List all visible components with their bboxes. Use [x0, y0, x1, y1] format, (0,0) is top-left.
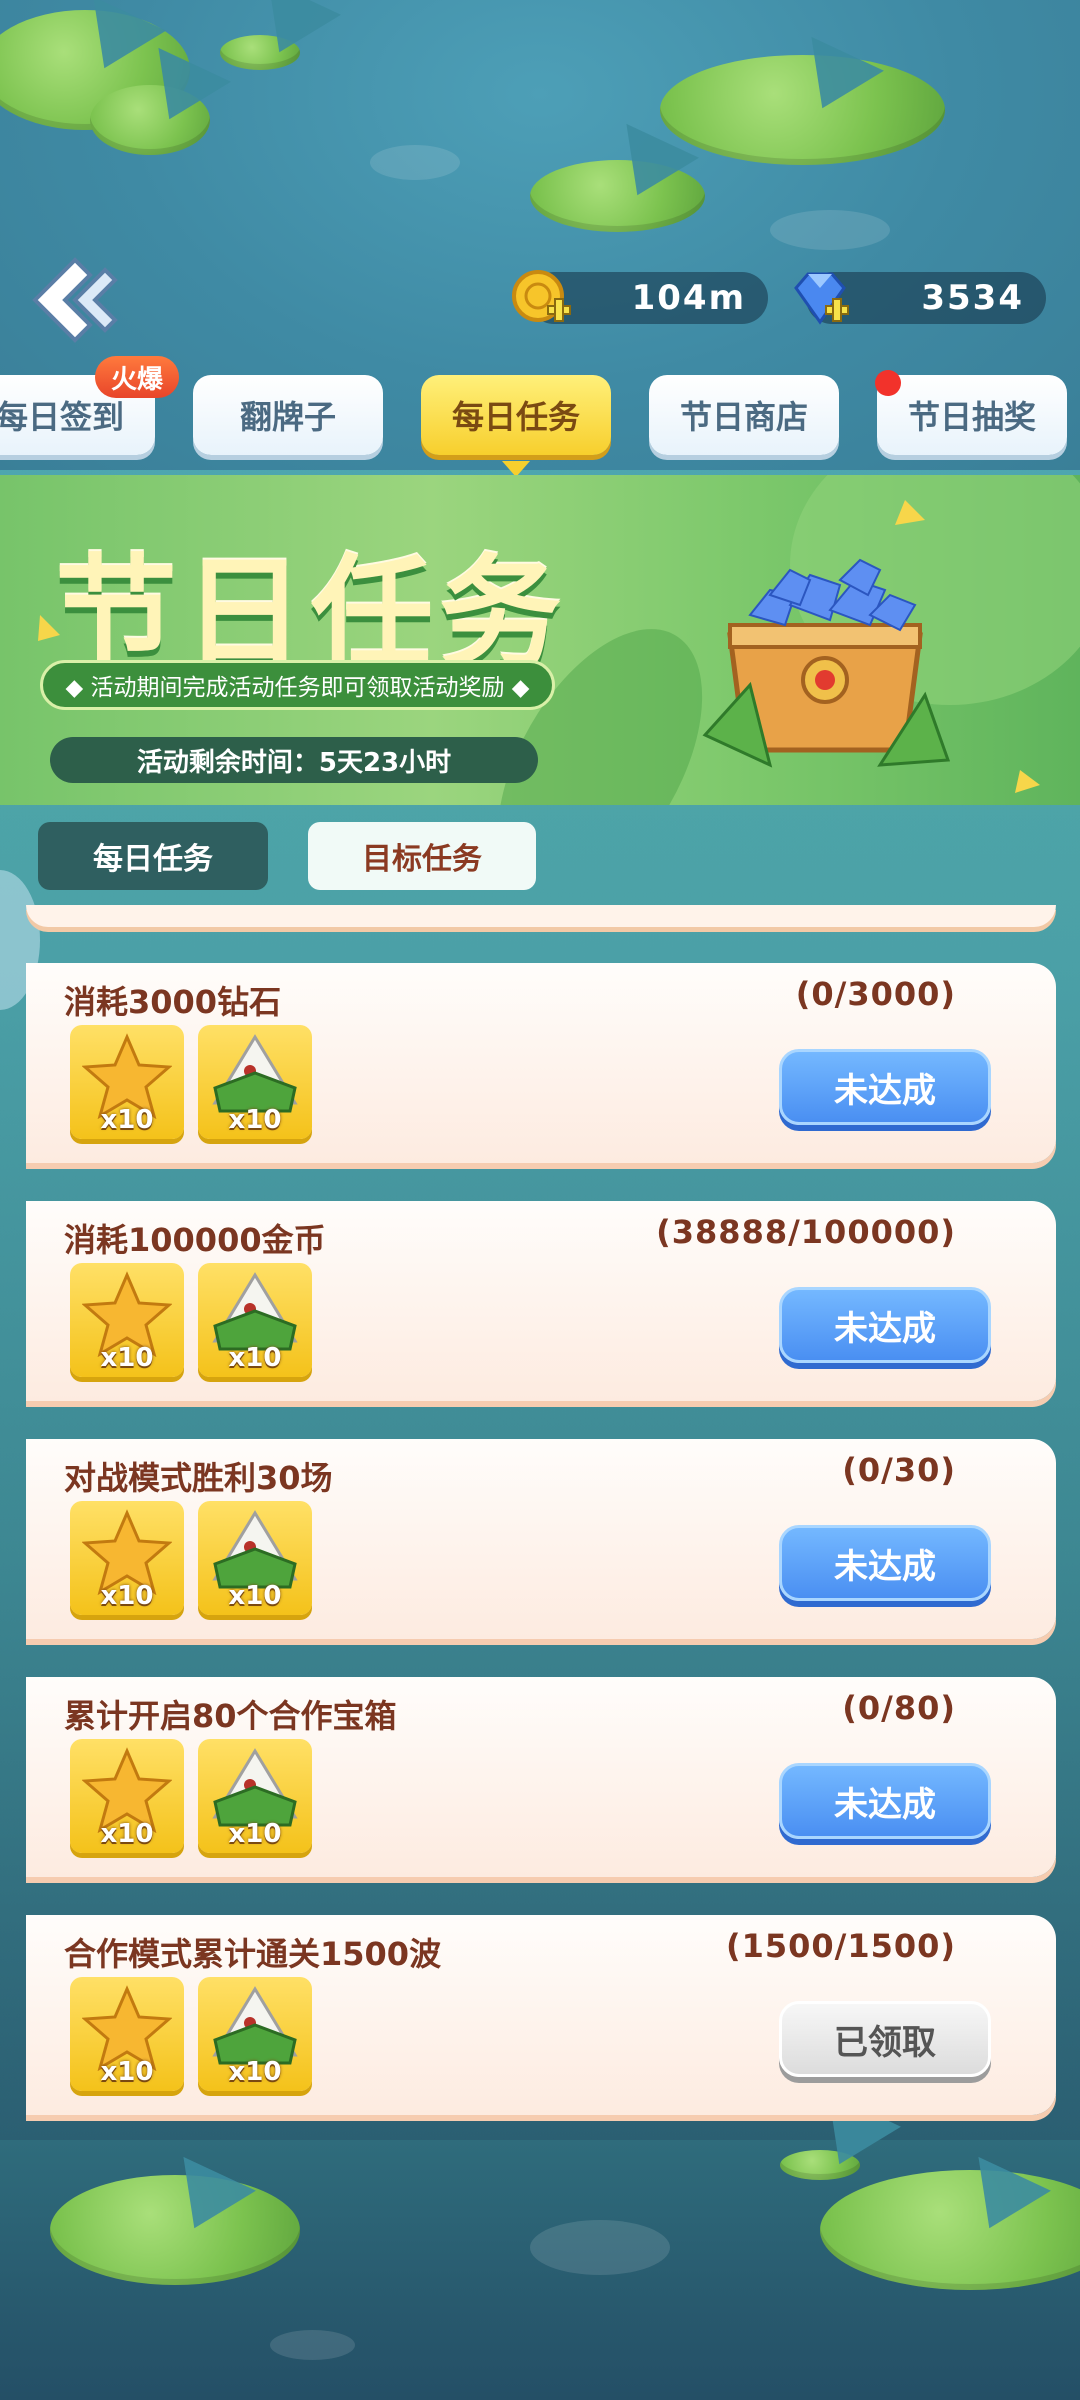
coin-counter[interactable]: 104m — [512, 270, 768, 324]
task-card: 合作模式累计通关1500波 (1500/1500) x10 x10 已领取 — [26, 1915, 1056, 2115]
lily-pad-decoration — [50, 2175, 300, 2285]
reward-star: x10 — [70, 1263, 184, 1377]
lily-pad-decoration — [90, 85, 210, 155]
reward-zongzi: x10 — [198, 1025, 312, 1139]
reward-count: x10 — [228, 1581, 282, 1611]
reward-count: x10 — [100, 1343, 154, 1373]
task-title: 对战模式胜利30场 — [64, 1459, 333, 1497]
tab-label: 翻牌子 — [239, 398, 336, 436]
lily-pad-decoration — [660, 55, 945, 165]
reward-count: x10 — [228, 1343, 282, 1373]
event-banner: 节日任务 ◆ 活动期间完成活动任务即可领取活动奖励 ◆ 活动剩余时间：5天23小… — [0, 475, 1080, 805]
reward-count: x10 — [100, 2057, 154, 2087]
blue-gem-add-icon — [794, 272, 849, 325]
reward-count: x10 — [100, 1819, 154, 1849]
hot-badge: 火爆 — [95, 356, 179, 398]
task-title: 消耗100000金币 — [64, 1221, 326, 1259]
subtab-daily-tasks[interactable]: 每日任务 — [38, 822, 268, 890]
task-title: 累计开启80个合作宝箱 — [64, 1697, 397, 1735]
subtab-label: 目标任务 — [362, 842, 482, 877]
reward-count: x10 — [228, 1819, 282, 1849]
tab-label: 每日签到 — [0, 398, 124, 436]
reward-zongzi: x10 — [198, 1977, 312, 2091]
gold-coin-add-icon — [512, 270, 571, 322]
task-list[interactable]: 消耗3000钻石 (0/3000) x10 x10 未达成 消耗100000金币… — [0, 905, 1080, 2125]
task-card: 消耗3000钻石 (0/3000) x10 x10 未达成 — [26, 963, 1056, 1163]
task-status-button[interactable]: 未达成 — [779, 1525, 991, 1601]
lily-pad-decoration — [220, 35, 300, 70]
task-card: 对战模式胜利30场 (0/30) x10 x10 未达成 — [26, 1439, 1056, 1639]
notification-dot — [875, 370, 901, 396]
gem-counter[interactable]: 3534 — [794, 272, 1046, 325]
task-title: 合作模式累计通关1500波 — [64, 1935, 442, 1973]
tab-label: 节日抽奖 — [907, 398, 1036, 436]
water-ripple — [770, 210, 890, 250]
reward-count: x10 — [100, 1581, 154, 1611]
previous-task-card-edge — [26, 905, 1056, 927]
tab-flip-cards[interactable]: 翻牌子 — [193, 375, 383, 455]
task-progress: (0/3000) — [795, 975, 956, 1013]
reward-star: x10 — [70, 1977, 184, 2091]
lily-pad-decoration — [530, 160, 705, 232]
banner-subtitle: ◆ 活动期间完成活动任务即可领取活动奖励 ◆ — [40, 660, 555, 710]
water-ripple — [370, 145, 460, 180]
task-status-button[interactable]: 未达成 — [779, 1287, 991, 1363]
tab-label: 节日商店 — [679, 398, 808, 436]
task-card: 消耗100000金币 (38888/100000) x10 x10 未达成 — [26, 1201, 1056, 1401]
subtab-goal-tasks[interactable]: 目标任务 — [308, 822, 536, 890]
water-ripple — [270, 2330, 355, 2360]
task-status-button[interactable]: 未达成 — [779, 1049, 991, 1125]
task-progress: (0/80) — [842, 1689, 956, 1727]
task-progress: (1500/1500) — [725, 1927, 956, 1965]
tab-daily-tasks[interactable]: 每日任务 — [421, 375, 611, 455]
tab-festival-shop[interactable]: 节日商店 — [649, 375, 839, 455]
gem-amount: 3534 — [921, 278, 1024, 318]
water-ripple — [530, 2220, 670, 2275]
lily-pad-decoration — [780, 2150, 860, 2180]
reward-zongzi: x10 — [198, 1263, 312, 1377]
back-chevron-icon — [32, 257, 118, 343]
reward-count: x10 — [228, 1105, 282, 1135]
event-tab-bar: 每日签到 火爆 翻牌子 每日任务 节日商店 节日抽奖 — [0, 356, 1080, 470]
reward-star: x10 — [70, 1739, 184, 1853]
task-status-button[interactable]: 未达成 — [779, 1763, 991, 1839]
reward-count: x10 — [100, 1105, 154, 1135]
gem-chest-icon — [702, 558, 950, 768]
task-progress: (0/30) — [842, 1451, 956, 1489]
back-button[interactable] — [20, 255, 120, 345]
reward-count: x10 — [228, 2057, 282, 2087]
reward-star: x10 — [70, 1501, 184, 1615]
task-card: 累计开启80个合作宝箱 (0/80) x10 x10 未达成 — [26, 1677, 1056, 1877]
tab-festival-lottery[interactable]: 节日抽奖 — [877, 375, 1067, 455]
task-progress: (38888/100000) — [656, 1213, 956, 1251]
task-title: 消耗3000钻石 — [64, 983, 282, 1021]
reward-zongzi: x10 — [198, 1739, 312, 1853]
task-status-button[interactable]: 已领取 — [779, 2001, 991, 2077]
coin-amount: 104m — [631, 278, 746, 318]
reward-star: x10 — [70, 1025, 184, 1139]
tab-label: 每日任务 — [451, 398, 580, 436]
reward-zongzi: x10 — [198, 1501, 312, 1615]
event-countdown: 活动剩余时间：5天23小时 — [50, 737, 538, 783]
subtab-label: 每日任务 — [93, 842, 213, 877]
